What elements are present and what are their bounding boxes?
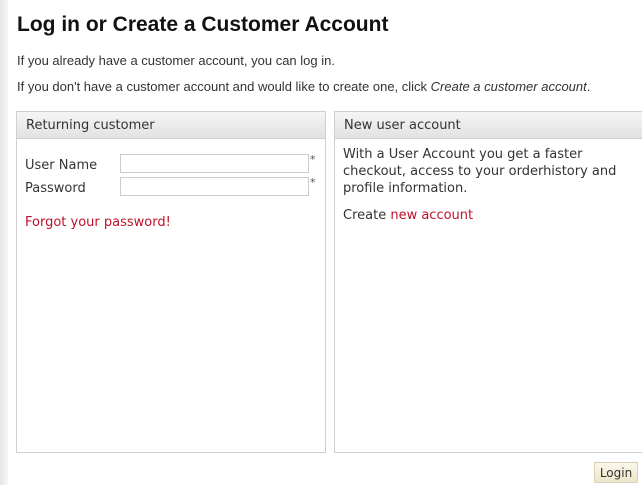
create-account-prefix: Create: [343, 208, 391, 223]
forgot-password-link[interactable]: Forgot your password!: [25, 215, 171, 230]
returning-customer-panel: Returning customer User Name * Password …: [16, 111, 326, 453]
new-user-account-panel: New user account With a User Account you…: [334, 111, 642, 453]
intro-text-create: If you don't have a customer account and…: [17, 79, 590, 94]
intro-create-account-emphasis: Create a customer account: [430, 79, 587, 94]
page-title: Log in or Create a Customer Account: [17, 13, 389, 36]
create-account-line: Create new account: [343, 208, 473, 223]
password-label: Password: [25, 181, 86, 196]
new-user-account-header: New user account: [335, 112, 642, 139]
username-label: User Name: [25, 158, 98, 173]
returning-customer-header: Returning customer: [17, 112, 325, 139]
username-required-mark: *: [310, 153, 316, 166]
username-input[interactable]: [120, 154, 309, 173]
login-button[interactable]: Login: [594, 462, 638, 483]
intro-text-login: If you already have a customer account, …: [17, 53, 335, 68]
intro-create-prefix: If you don't have a customer account and…: [17, 79, 431, 94]
intro-create-suffix: .: [586, 79, 591, 94]
new-account-description: With a User Account you get a faster che…: [343, 147, 617, 196]
left-shadow: [0, 0, 8, 485]
password-input[interactable]: [120, 177, 309, 196]
password-required-mark: *: [310, 176, 316, 189]
new-account-link[interactable]: new account: [390, 208, 473, 223]
